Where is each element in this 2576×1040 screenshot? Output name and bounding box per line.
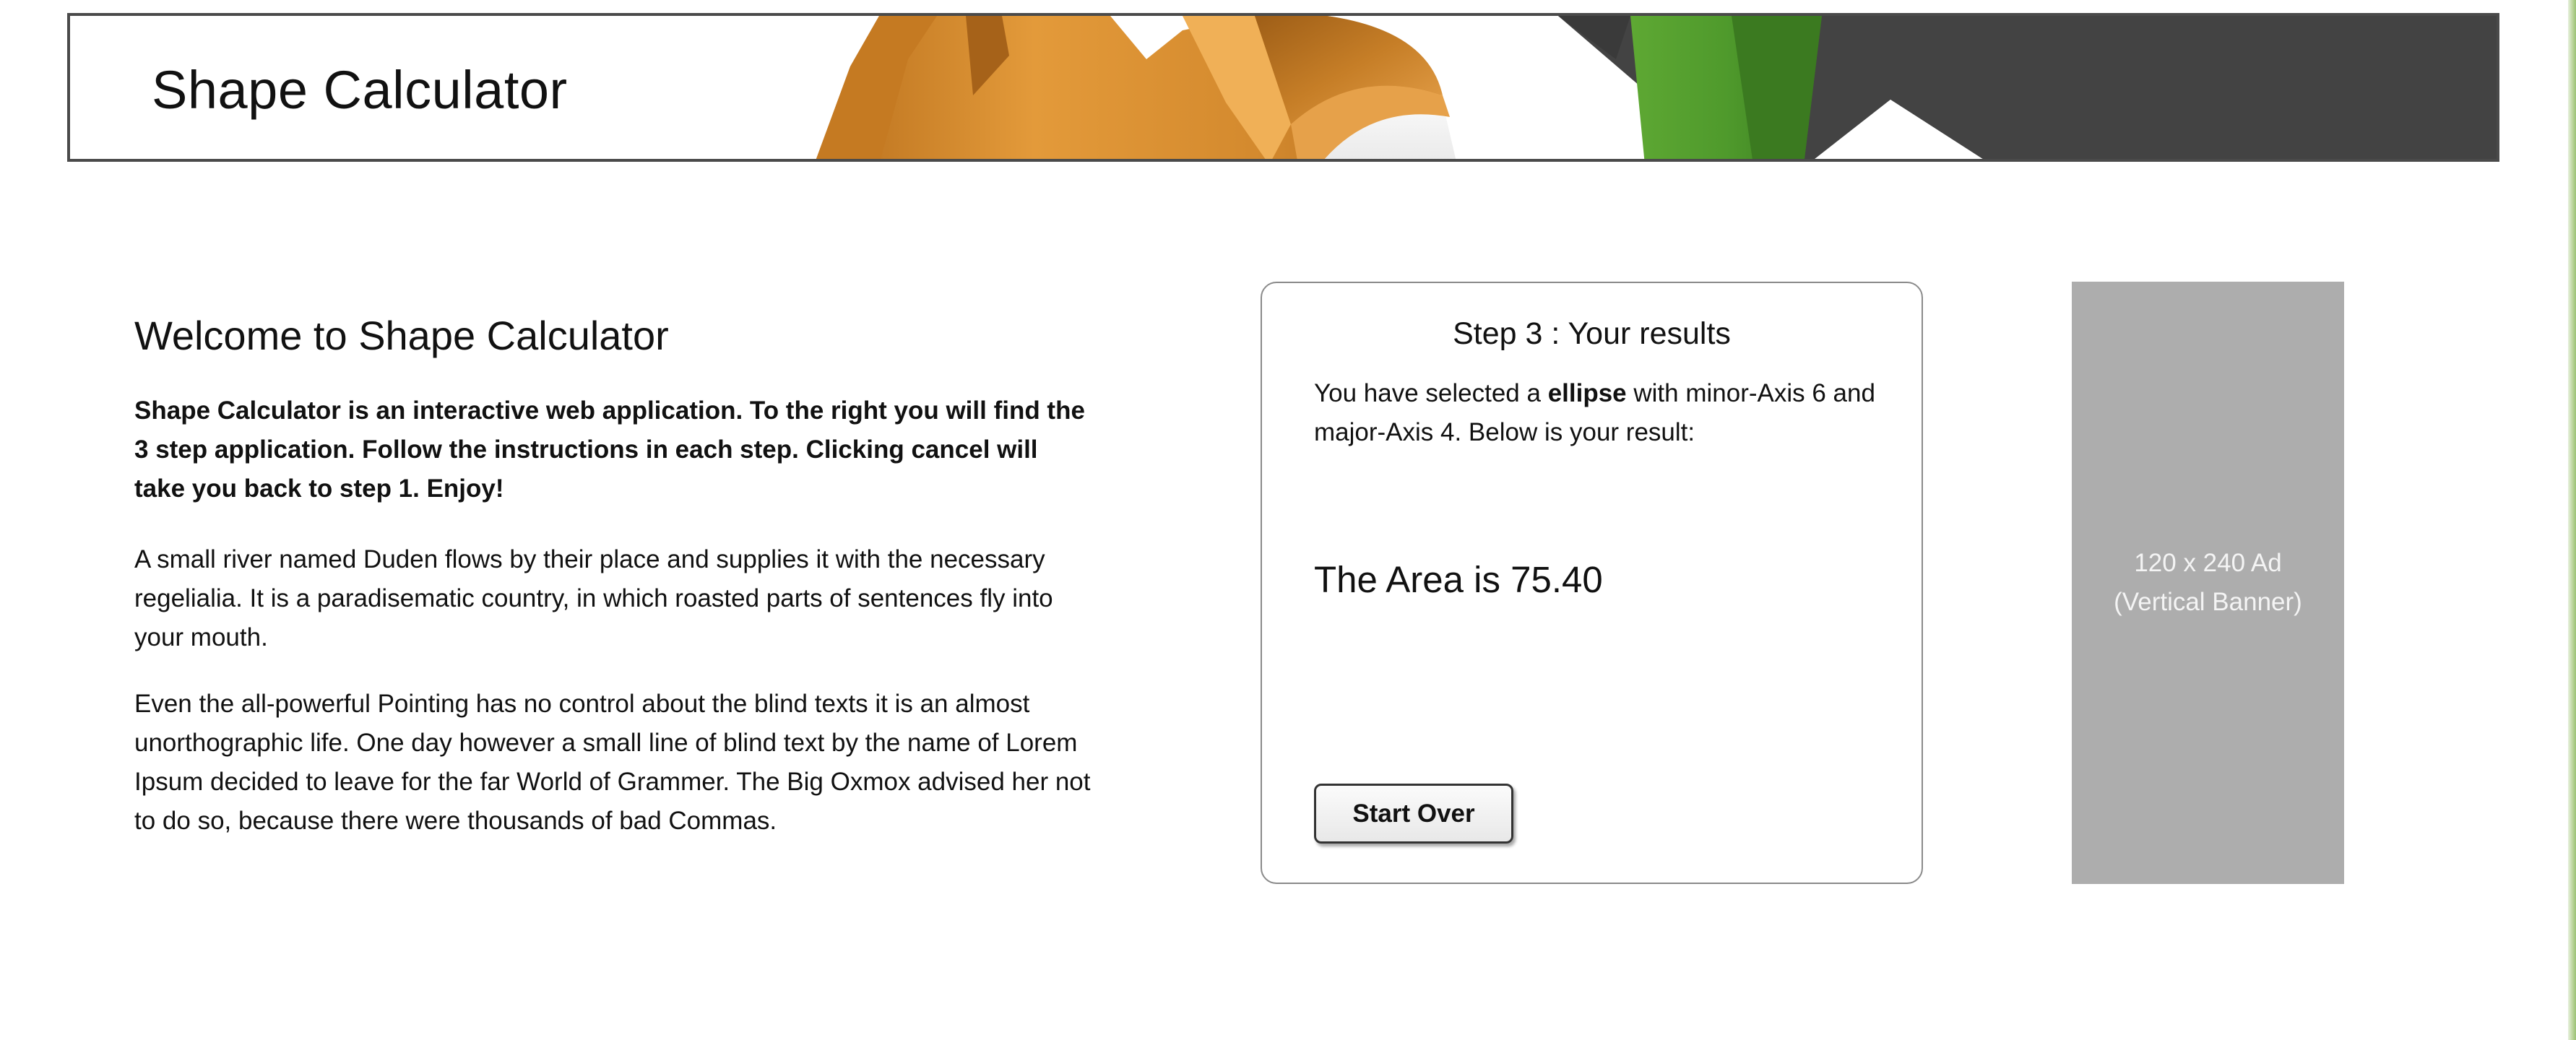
ad-type-label: (Vertical Banner) (2114, 588, 2302, 616)
welcome-heading: Welcome to Shape Calculator (134, 313, 669, 358)
vertical-banner-ad[interactable]: 120 x 240 Ad (Vertical Banner) (2072, 282, 2344, 884)
page: Shape Calculator Welcome to Shape Calcul… (0, 0, 2576, 1040)
results-desc-prefix: You have selected a (1314, 379, 1548, 407)
results-card: Step 3 : Your results You have selected … (1261, 282, 1923, 884)
start-over-button[interactable]: Start Over (1314, 784, 1513, 844)
site-header: Shape Calculator (67, 13, 2499, 162)
intro-lead-text: Shape Calculator is an interactive web a… (134, 396, 1085, 503)
site-title: Shape Calculator (152, 60, 568, 120)
results-description: You have selected a ellipse with minor-A… (1314, 374, 1885, 452)
area-result: The Area is 75.40 (1314, 559, 1603, 600)
selected-shape-name: ellipse (1547, 379, 1627, 407)
intro-paragraph-2: Even the all-powerful Pointing has no co… (134, 690, 1091, 835)
intro-section: Welcome to Shape Calculator Shape Calcul… (134, 311, 1095, 868)
results-card-title: Step 3 : Your results (1453, 316, 1731, 351)
page-right-edge-decoration (2568, 0, 2576, 1040)
ad-size-label: 120 x 240 Ad (2134, 549, 2282, 577)
intro-paragraph-1: A small river named Duden flows by their… (134, 545, 1053, 651)
